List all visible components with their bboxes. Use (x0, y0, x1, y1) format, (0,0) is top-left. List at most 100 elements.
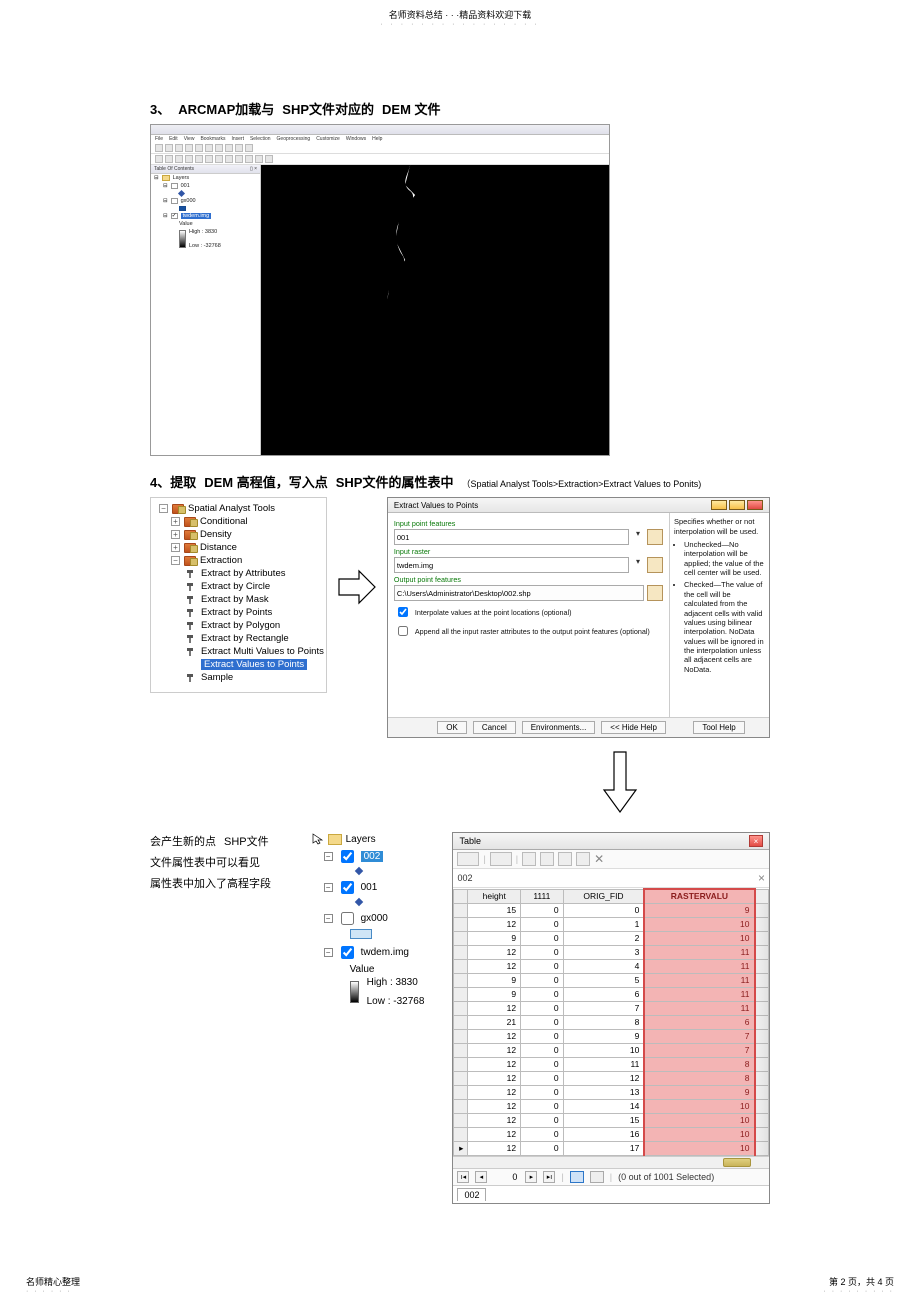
cell-orig-fid[interactable]: 11 (563, 1057, 644, 1071)
row-selector[interactable]: ▸ (454, 1141, 468, 1155)
cell-rastervalu[interactable]: 7 (644, 1029, 754, 1043)
first-record-button[interactable]: ı◂ (457, 1171, 469, 1183)
cell-1111[interactable]: 0 (521, 945, 564, 959)
layer-001-chk[interactable] (341, 881, 354, 894)
table-tab[interactable]: 002 (457, 1188, 486, 1201)
col-rastervalu[interactable]: RASTERVALU (644, 889, 754, 903)
cell-orig-fid[interactable]: 3 (563, 945, 644, 959)
cell-rastervalu[interactable]: 8 (644, 1057, 754, 1071)
tool-extract-by-circle[interactable]: Extract by Circle (153, 580, 324, 593)
cell-height[interactable]: 12 (468, 945, 521, 959)
menu-help[interactable]: Help (372, 136, 382, 142)
cell-orig-fid[interactable]: 13 (563, 1085, 644, 1099)
expand-icon[interactable]: + (171, 517, 180, 526)
cell-height[interactable]: 9 (468, 973, 521, 987)
table-row[interactable]: 1201610 (454, 1127, 769, 1141)
cell-orig-fid[interactable]: 2 (563, 931, 644, 945)
tool-extract-by-rectangle[interactable]: Extract by Rectangle (153, 632, 324, 645)
cell-orig-fid[interactable]: 15 (563, 1113, 644, 1127)
cell-height[interactable]: 12 (468, 959, 521, 973)
menu-geoprocessing[interactable]: Geoprocessing (277, 136, 311, 142)
attribute-grid[interactable]: height 1111 ORIG_FID RASTERVALU 15009120… (453, 888, 769, 1156)
table-row[interactable]: 120107 (454, 1043, 769, 1057)
cell-1111[interactable]: 0 (521, 903, 564, 917)
cell-1111[interactable]: 0 (521, 1043, 564, 1057)
table-toolbar[interactable]: | | ✕ (453, 850, 769, 869)
tool-extract-by-points[interactable]: Extract by Points (153, 606, 324, 619)
toolset-density[interactable]: Density (200, 529, 232, 540)
tool-extract-multi-values-to-points[interactable]: Extract Multi Values to Points (153, 645, 324, 658)
hide-help-button[interactable]: << Hide Help (601, 721, 666, 734)
row-selector[interactable] (454, 1001, 468, 1015)
table-row[interactable]: 15009 (454, 903, 769, 917)
zoom-selected-icon[interactable] (576, 852, 590, 866)
row-selector[interactable] (454, 1043, 468, 1057)
arcmap-toc[interactable]: Table Of Contents▯ × ⊟Layers ⊟001 ⊟gx000… (151, 165, 261, 455)
cell-height[interactable]: 12 (468, 1085, 521, 1099)
cell-height[interactable]: 12 (468, 1071, 521, 1085)
menu-edit[interactable]: Edit (169, 136, 178, 142)
cell-height[interactable]: 12 (468, 1127, 521, 1141)
toc-result[interactable]: Layers −002 −001 −gx000 −twdem.img Value… (312, 832, 435, 1008)
select-by-attributes-icon[interactable] (522, 852, 536, 866)
map-canvas[interactable] (261, 165, 609, 455)
browse-icon[interactable] (647, 585, 663, 601)
cell-1111[interactable]: 0 (521, 1029, 564, 1043)
table-row[interactable]: 1201410 (454, 1099, 769, 1113)
tool-extract-by-polygon[interactable]: Extract by Polygon (153, 619, 324, 632)
cell-1111[interactable]: 0 (521, 1113, 564, 1127)
cell-rastervalu[interactable]: 11 (644, 987, 754, 1001)
cell-orig-fid[interactable]: 5 (563, 973, 644, 987)
collapse-icon[interactable]: − (324, 852, 333, 861)
row-selector[interactable] (454, 1085, 468, 1099)
table-row[interactable]: 120411 (454, 959, 769, 973)
toc-pin-icon[interactable]: ▯ × (250, 166, 257, 172)
row-selector[interactable] (454, 917, 468, 931)
row-selector[interactable] (454, 987, 468, 1001)
cell-height[interactable]: 12 (468, 1099, 521, 1113)
collapse-icon[interactable]: − (159, 504, 168, 513)
cell-rastervalu[interactable]: 8 (644, 1071, 754, 1085)
menu-windows[interactable]: Windows (346, 136, 366, 142)
cell-1111[interactable]: 0 (521, 1127, 564, 1141)
toolset-extraction[interactable]: Extraction (200, 555, 242, 566)
table-row[interactable]: 12097 (454, 1029, 769, 1043)
cell-rastervalu[interactable]: 9 (644, 1085, 754, 1099)
cell-height[interactable]: 21 (468, 1015, 521, 1029)
cell-height[interactable]: 12 (468, 917, 521, 931)
close-icon[interactable] (747, 500, 763, 510)
cell-height[interactable]: 12 (468, 1043, 521, 1057)
show-all-button[interactable] (570, 1171, 584, 1183)
table-row[interactable]: 90511 (454, 973, 769, 987)
ok-button[interactable]: OK (437, 721, 467, 734)
close-icon[interactable]: × (749, 835, 763, 847)
cell-height[interactable]: 12 (468, 1029, 521, 1043)
cell-1111[interactable]: 0 (521, 987, 564, 1001)
layer-001[interactable]: 001 (361, 882, 378, 893)
minimize-icon[interactable] (711, 500, 727, 510)
cell-height[interactable]: 9 (468, 931, 521, 945)
table-row[interactable]: 90210 (454, 931, 769, 945)
collapse-icon[interactable]: − (324, 948, 333, 957)
collapse-icon[interactable]: − (324, 914, 333, 923)
table-options-icon[interactable] (457, 852, 479, 866)
current-record[interactable]: 0 (493, 1172, 519, 1182)
cell-rastervalu[interactable]: 10 (644, 1099, 754, 1113)
cell-height[interactable]: 9 (468, 987, 521, 1001)
cell-orig-fid[interactable]: 10 (563, 1043, 644, 1057)
cell-1111[interactable]: 0 (521, 973, 564, 987)
cell-orig-fid[interactable]: 8 (563, 1015, 644, 1029)
cancel-button[interactable]: Cancel (473, 721, 516, 734)
cell-orig-fid[interactable]: 9 (563, 1029, 644, 1043)
row-selector[interactable] (454, 1029, 468, 1043)
layer-002-chk[interactable] (341, 850, 354, 863)
table-row[interactable]: 90611 (454, 987, 769, 1001)
table-row[interactable]: 120110 (454, 917, 769, 931)
menu-insert[interactable]: Insert (231, 136, 244, 142)
browse-icon[interactable] (647, 557, 663, 573)
layer-002[interactable]: 002 (361, 851, 384, 862)
table-row[interactable]: 120118 (454, 1057, 769, 1071)
cell-orig-fid[interactable]: 4 (563, 959, 644, 973)
cell-1111[interactable]: 0 (521, 1057, 564, 1071)
tool-extract-by-mask[interactable]: Extract by Mask (153, 593, 324, 606)
